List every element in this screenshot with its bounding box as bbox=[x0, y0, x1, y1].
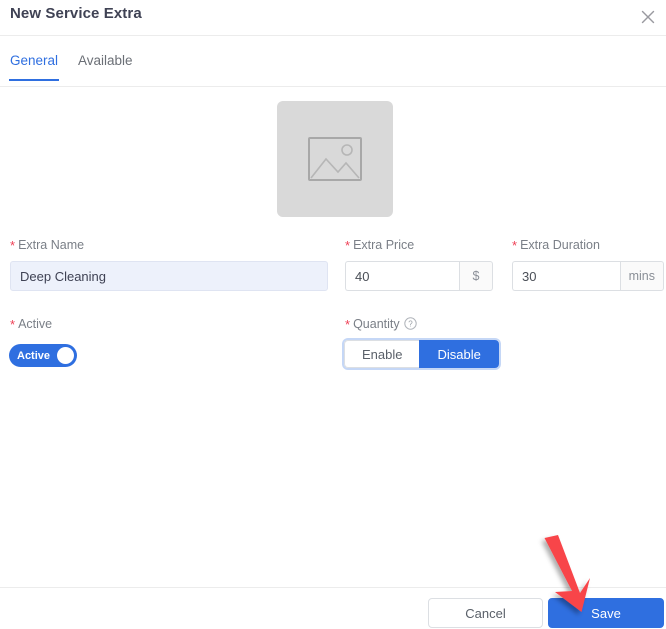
extra-duration-label: * Extra Duration bbox=[512, 238, 600, 253]
extra-price-suffix: $ bbox=[459, 261, 493, 291]
required-asterisk: * bbox=[10, 317, 16, 332]
cancel-button[interactable]: Cancel bbox=[428, 598, 543, 628]
active-toggle-label: Active bbox=[17, 349, 51, 362]
image-placeholder-icon bbox=[308, 137, 362, 181]
extra-duration-suffix: mins bbox=[619, 261, 664, 291]
image-upload-area[interactable] bbox=[277, 101, 393, 217]
required-asterisk: * bbox=[345, 317, 351, 332]
question-mark-circle-icon[interactable]: ? bbox=[403, 317, 417, 333]
tab-bar: General Available bbox=[0, 36, 666, 87]
page-title: New Service Extra bbox=[10, 5, 142, 22]
extra-price-group: $ bbox=[345, 261, 493, 291]
active-label: * Active bbox=[10, 317, 53, 332]
active-toggle-knob bbox=[57, 347, 74, 364]
extra-price-label: * Extra Price bbox=[345, 238, 415, 253]
extra-duration-input[interactable] bbox=[512, 261, 620, 291]
quantity-segmented-control: Enable Disable bbox=[344, 340, 499, 368]
modal-footer: Cancel Save bbox=[0, 587, 666, 629]
extra-duration-group: mins bbox=[512, 261, 664, 291]
new-service-extra-modal: New Service Extra General Available * Ex… bbox=[0, 0, 666, 629]
tab-available[interactable]: Available bbox=[78, 53, 133, 80]
quantity-label: * Quantity? bbox=[345, 316, 417, 333]
quantity-option-disable[interactable]: Disable bbox=[419, 340, 499, 368]
active-toggle[interactable]: Active bbox=[9, 344, 77, 367]
svg-text:?: ? bbox=[408, 319, 413, 328]
close-icon[interactable] bbox=[635, 4, 661, 30]
save-button[interactable]: Save bbox=[548, 598, 664, 628]
tab-general[interactable]: General bbox=[8, 53, 60, 81]
quantity-option-enable[interactable]: Enable bbox=[344, 340, 420, 368]
modal-header: New Service Extra bbox=[0, 0, 666, 36]
required-asterisk: * bbox=[10, 238, 16, 253]
modal-body: *Extra Name *Extra Price $ *Extra Durati… bbox=[0, 87, 666, 587]
extra-name-label: * Extra Name bbox=[10, 238, 85, 253]
required-asterisk: * bbox=[345, 238, 351, 253]
extra-name-input[interactable] bbox=[10, 261, 328, 291]
extra-price-input[interactable] bbox=[345, 261, 459, 291]
required-asterisk: * bbox=[512, 238, 518, 253]
